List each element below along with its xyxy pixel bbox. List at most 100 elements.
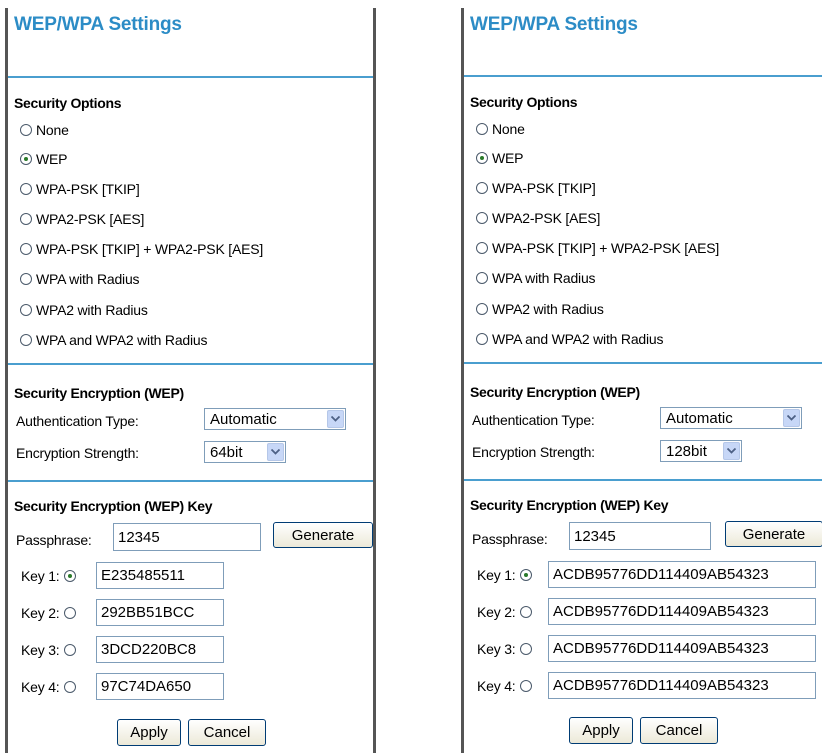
radio-icon[interactable] (476, 272, 488, 284)
radio-icon[interactable] (476, 303, 488, 315)
radio-icon[interactable] (519, 606, 532, 618)
option-label: None (492, 121, 525, 137)
page-title: WEP/WPA Settings (14, 14, 182, 35)
radio-icon[interactable] (20, 124, 32, 136)
cancel-button[interactable]: Cancel (188, 719, 266, 746)
cancel-button[interactable]: Cancel (640, 717, 718, 744)
option-wpa-radius[interactable]: WPA with Radius (20, 271, 140, 287)
option-wpa2-radius[interactable]: WPA2 with Radius (476, 301, 604, 317)
radio-selected-icon[interactable] (20, 153, 32, 165)
radio-selected-icon[interactable] (519, 569, 532, 581)
key-4-row-label[interactable]: Key 4: (21, 679, 76, 695)
radio-icon[interactable] (476, 182, 488, 194)
key-2-row-label[interactable]: Key 2: (21, 605, 76, 621)
key-label: Key 2: (477, 604, 516, 620)
encryption-strength-label: Encryption Strength: (16, 445, 139, 461)
option-label: WPA2 with Radius (492, 301, 604, 317)
radio-icon[interactable] (519, 643, 532, 655)
key-1-input[interactable]: E235485511 (96, 562, 224, 589)
option-wpa-radius[interactable]: WPA with Radius (476, 270, 596, 286)
key-3-input[interactable]: ACDB95776DD114409AB54323 (548, 635, 816, 662)
chevron-down-icon[interactable] (267, 443, 284, 461)
key-1-input[interactable]: ACDB95776DD114409AB54323 (548, 561, 816, 588)
apply-button[interactable]: Apply (569, 717, 633, 744)
chevron-down-icon[interactable] (783, 409, 800, 427)
option-label: None (36, 122, 69, 138)
auth-type-label: Authentication Type: (472, 412, 595, 428)
key-label: Key 4: (21, 679, 60, 695)
apply-button[interactable]: Apply (117, 719, 181, 746)
option-wpa2-psk[interactable]: WPA2-PSK [AES] (476, 210, 600, 226)
option-wpa-psk[interactable]: WPA-PSK [TKIP] (476, 180, 596, 196)
radio-icon[interactable] (20, 334, 32, 346)
key-3-row-label[interactable]: Key 3: (21, 642, 76, 658)
auth-type-select[interactable]: Automatic (204, 408, 346, 430)
key-label: Key 3: (21, 642, 60, 658)
key-2-input[interactable]: ACDB95776DD114409AB54323 (548, 598, 816, 625)
encryption-strength-select[interactable]: 128bit (660, 440, 742, 462)
option-none[interactable]: None (476, 121, 525, 137)
encryption-strength-label: Encryption Strength: (472, 444, 595, 460)
radio-icon[interactable] (476, 123, 488, 135)
security-options-heading: Security Options (470, 94, 578, 110)
option-none[interactable]: None (20, 122, 69, 138)
radio-icon[interactable] (476, 333, 488, 345)
auth-type-select[interactable]: Automatic (660, 407, 802, 429)
option-wpa-psk[interactable]: WPA-PSK [TKIP] (20, 181, 140, 197)
auth-type-value: Automatic (666, 409, 733, 427)
chevron-down-icon[interactable] (723, 442, 740, 460)
key-1-row-label[interactable]: Key 1: (477, 567, 532, 583)
radio-icon[interactable] (20, 304, 32, 316)
passphrase-label: Passphrase: (16, 532, 92, 548)
radio-icon[interactable] (63, 644, 76, 656)
generate-button[interactable]: Generate (273, 522, 373, 548)
option-wpa-wpa2-psk[interactable]: WPA-PSK [TKIP] + WPA2-PSK [AES] (20, 241, 263, 257)
radio-icon[interactable] (20, 183, 32, 195)
key-2-input[interactable]: 292BB51BCC (96, 599, 224, 626)
key-2-row-label[interactable]: Key 2: (477, 604, 532, 620)
option-wpa-wpa2-radius[interactable]: WPA and WPA2 with Radius (476, 331, 664, 347)
option-label: WEP (492, 150, 524, 166)
auth-type-label: Authentication Type: (16, 413, 139, 429)
option-wpa-wpa2-psk[interactable]: WPA-PSK [TKIP] + WPA2-PSK [AES] (476, 240, 719, 256)
key-3-input[interactable]: 3DCD220BC8 (96, 636, 224, 663)
radio-icon[interactable] (63, 681, 76, 693)
radio-icon[interactable] (20, 273, 32, 285)
radio-icon[interactable] (20, 243, 32, 255)
key-1-row-label[interactable]: Key 1: (21, 568, 76, 584)
radio-selected-icon[interactable] (476, 152, 488, 164)
option-wpa2-psk[interactable]: WPA2-PSK [AES] (20, 211, 144, 227)
option-wep[interactable]: WEP (476, 150, 523, 166)
option-wep[interactable]: WEP (20, 151, 67, 167)
option-wpa2-radius[interactable]: WPA2 with Radius (20, 302, 148, 318)
option-label: WPA-PSK [TKIP] + WPA2-PSK [AES] (492, 240, 720, 256)
key-3-row-label[interactable]: Key 3: (477, 641, 532, 657)
option-label: WPA2 with Radius (36, 302, 148, 318)
option-label: WPA2-PSK [AES] (492, 210, 601, 226)
option-label: WPA-PSK [TKIP] (492, 180, 596, 196)
passphrase-input[interactable]: 12345 (569, 522, 711, 550)
radio-icon[interactable] (519, 680, 532, 692)
key-4-input[interactable]: ACDB95776DD114409AB54323 (548, 672, 816, 699)
radio-icon[interactable] (476, 212, 488, 224)
encryption-strength-value: 64bit (210, 443, 243, 461)
wep-wpa-settings-panel-right: WEP/WPA Settings Security Options None W… (461, 8, 822, 753)
chevron-down-icon[interactable] (327, 410, 344, 428)
radio-icon[interactable] (20, 213, 32, 225)
radio-icon[interactable] (63, 607, 76, 619)
encryption-heading: Security Encryption (WEP) (14, 385, 184, 401)
option-label: WPA with Radius (36, 271, 140, 287)
radio-icon[interactable] (476, 242, 488, 254)
passphrase-input[interactable]: 12345 (113, 523, 261, 551)
key-4-input[interactable]: 97C74DA650 (96, 673, 224, 700)
key-label: Key 1: (21, 568, 60, 584)
divider (8, 76, 373, 78)
option-wpa-wpa2-radius[interactable]: WPA and WPA2 with Radius (20, 332, 208, 348)
encryption-heading: Security Encryption (WEP) (470, 384, 640, 400)
radio-selected-icon[interactable] (63, 570, 76, 582)
key-4-row-label[interactable]: Key 4: (477, 678, 532, 694)
encryption-strength-select[interactable]: 64bit (204, 441, 286, 463)
key-section-heading: Security Encryption (WEP) Key (14, 498, 213, 514)
generate-button[interactable]: Generate (725, 521, 822, 547)
divider (8, 480, 373, 482)
